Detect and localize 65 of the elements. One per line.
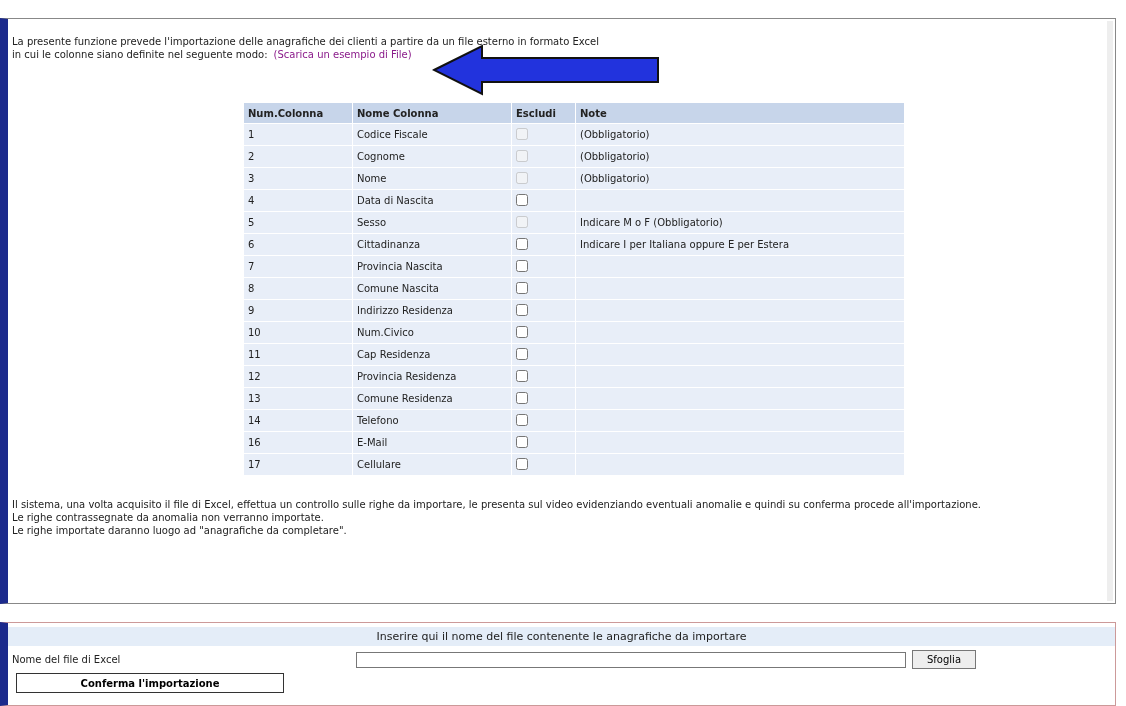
exclude-checkbox[interactable] <box>516 237 528 250</box>
table-cell: Indicare I per Italiana oppure E per Estera <box>580 239 789 250</box>
intro-text: in cui le colonne siano definite nel seguente modo: <box>12 48 268 61</box>
table-cell: 9 <box>244 300 352 321</box>
table-cell: 2 <box>244 146 352 167</box>
table-cell: Cap Residenza <box>353 344 511 365</box>
table-cell: (Obbligatorio) <box>580 129 650 140</box>
browse-button[interactable]: Sfoglia <box>912 650 976 669</box>
note-text: Le righe importate daranno luogo ad "anagrafiche da completare". <box>12 524 348 537</box>
table-cell: 12 <box>244 366 352 387</box>
table-cell: 5 <box>244 212 352 233</box>
table-cell: Comune Nascita <box>353 278 511 299</box>
exclude-checkbox[interactable] <box>516 413 528 426</box>
table-cell: (Obbligatorio) <box>580 173 650 184</box>
table-cell: Codice Fiscale <box>353 124 511 145</box>
table-cell: Cognome <box>353 146 511 167</box>
exclude-checkbox[interactable] <box>516 369 528 382</box>
note-text: Le righe contrassegnate da anomalia non verranno importate. <box>12 511 325 524</box>
table-cell: 7 <box>244 256 352 277</box>
table-cell: Indirizzo Residenza <box>353 300 511 321</box>
table-cell: Nome <box>353 168 511 189</box>
exclude-checkbox[interactable] <box>516 435 528 448</box>
table-cell: 14 <box>244 410 352 431</box>
column-header: Nome Colonna <box>353 103 511 123</box>
table-cell: Telefono <box>353 410 511 431</box>
column-header: Escludi <box>512 103 575 123</box>
table-cell: 6 <box>244 234 352 255</box>
note-text: Il sistema, una volta acquisito il file di Excel, effettua un controllo sulle righe da importare, le presenta sul video evidenziando eventuali anomalie e quindi su conferma procede all'importazione. <box>12 498 982 511</box>
table-cell: 11 <box>244 344 352 365</box>
table-cell: Data di Nascita <box>353 190 511 211</box>
table-cell: 16 <box>244 432 352 453</box>
exclude-checkbox[interactable] <box>516 303 528 316</box>
table-cell: Sesso <box>353 212 511 233</box>
intro-text: La presente funzione prevede l'importazione delle anagrafiche dei clienti a partire da un file esterno in formato Excel <box>12 35 600 48</box>
exclude-checkbox[interactable] <box>516 457 528 470</box>
table-cell: Comune Residenza <box>353 388 511 409</box>
exclude-checkbox[interactable] <box>516 259 528 272</box>
table-cell: 13 <box>244 388 352 409</box>
table-cell: Provincia Nascita <box>353 256 511 277</box>
exclude-checkbox[interactable] <box>516 281 528 294</box>
table-cell: 10 <box>244 322 352 343</box>
confirm-import-button[interactable]: Conferma l'importazione <box>16 673 284 693</box>
table-cell: Cittadinanza <box>353 234 511 255</box>
exclude-checkbox[interactable] <box>516 391 528 404</box>
table-cell: (Obbligatorio) <box>580 151 650 162</box>
table-cell: 17 <box>244 454 352 475</box>
table-cell: 8 <box>244 278 352 299</box>
table-cell: 1 <box>244 124 352 145</box>
arrow-icon <box>431 44 662 96</box>
table-cell: Cellulare <box>353 454 511 475</box>
table-cell: Indicare M o F (Obbligatorio) <box>580 217 723 228</box>
table-cell: E-Mail <box>353 432 511 453</box>
exclude-checkbox[interactable] <box>516 347 528 360</box>
file-input-field[interactable] <box>356 651 906 668</box>
upload-title: Inserire qui il nome del file contenente le anagrafiche da importare <box>8 627 1115 646</box>
example-file-link[interactable]: (Scarica un esempio di File) <box>273 48 412 61</box>
exclude-checkbox[interactable] <box>516 325 528 338</box>
exclude-checkbox[interactable] <box>516 193 528 206</box>
column-header: Num.Colonna <box>244 103 352 123</box>
table-cell: Num.Civico <box>353 322 511 343</box>
table-cell: 3 <box>244 168 352 189</box>
file-label: Nome del file di Excel <box>12 654 122 665</box>
table-cell: 4 <box>244 190 352 211</box>
column-header: Note <box>576 103 904 123</box>
table-cell: Provincia Residenza <box>353 366 511 387</box>
